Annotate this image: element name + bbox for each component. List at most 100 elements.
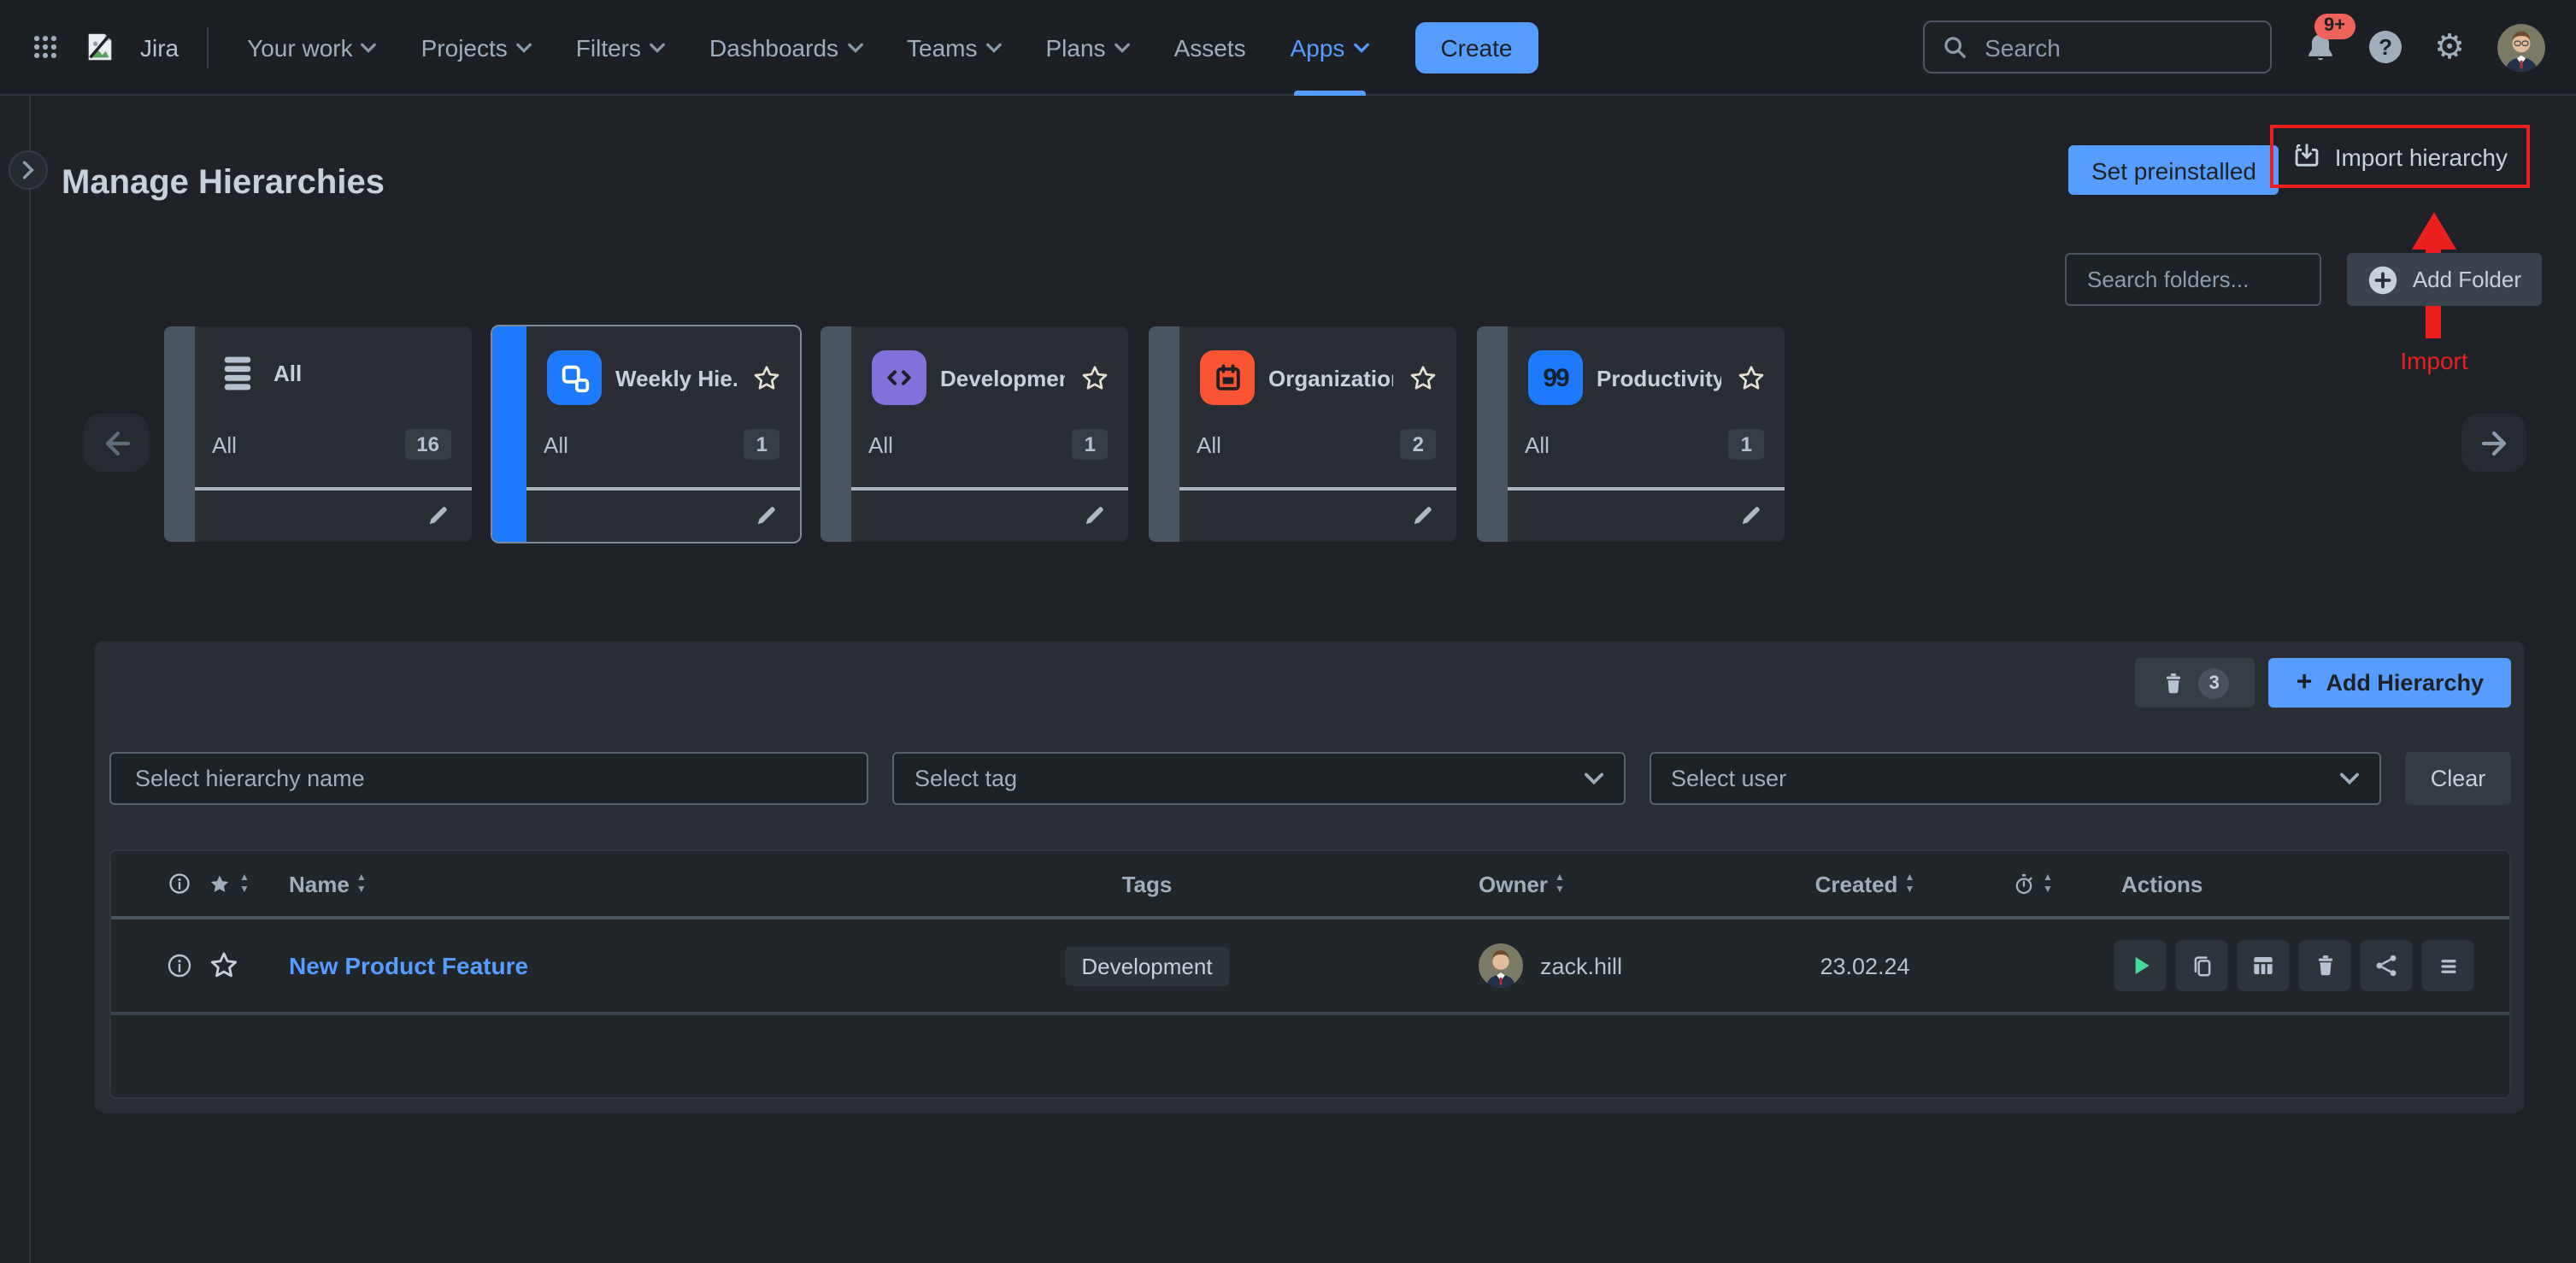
table-row: New Product Feature Development — [111, 919, 2509, 1015]
star-icon[interactable] — [1735, 361, 1767, 394]
delete-row-button[interactable] — [2299, 940, 2350, 991]
row-star-icon[interactable] — [207, 949, 241, 983]
column-created-sortable[interactable]: Created ▲▼ — [1745, 871, 1985, 896]
chevron-down-icon — [362, 42, 377, 52]
hierarchy-name-link[interactable]: New Product Feature — [289, 952, 528, 979]
edit-pencil-icon[interactable] — [1082, 502, 1108, 528]
folder-card-productivity[interactable]: 99 Productivity All 1 — [1477, 326, 1785, 542]
star-icon[interactable] — [750, 361, 783, 394]
folder-card-strip — [1149, 326, 1179, 542]
folder-card-all[interactable]: All All 16 — [164, 326, 472, 542]
create-button[interactable]: Create — [1414, 21, 1538, 73]
import-hierarchy-button[interactable]: Import hierarchy — [2292, 142, 2508, 171]
page-title: Manage Hierarchies — [62, 165, 385, 204]
settings-gear-icon[interactable]: ⚙ — [2434, 30, 2465, 64]
owner-avatar — [1479, 943, 1523, 988]
column-tags: Tags — [891, 871, 1403, 896]
table-icon — [2250, 952, 2277, 979]
chevron-down-icon — [516, 42, 532, 52]
column-owner-sortable[interactable]: Owner ▲▼ — [1403, 871, 1745, 896]
star-icon[interactable] — [1079, 361, 1111, 394]
trash-icon — [2161, 669, 2187, 696]
run-play-button[interactable] — [2114, 940, 2166, 991]
nav-item-your-work[interactable]: Your work — [247, 0, 377, 95]
code-icon — [872, 350, 926, 405]
folder-card-development[interactable]: Development All 1 — [820, 326, 1128, 542]
carousel-right-arrow[interactable] — [2461, 414, 2526, 472]
folder-scope: All — [1197, 432, 1221, 457]
user-select[interactable]: Select user — [1649, 752, 2381, 805]
folder-count-badge: 2 — [1401, 429, 1436, 460]
edit-pencil-icon[interactable] — [1738, 502, 1764, 528]
folder-card-strip — [164, 326, 195, 542]
nav-item-plans[interactable]: Plans — [1046, 0, 1130, 95]
star-icon — [207, 871, 232, 896]
clear-filters-button[interactable]: Clear — [2405, 752, 2511, 805]
folder-card-divider — [851, 487, 1128, 491]
nav-item-filters[interactable]: Filters — [576, 0, 665, 95]
share-button[interactable] — [2361, 940, 2412, 991]
help-icon[interactable]: ? — [2369, 31, 2402, 63]
folder-scope: All — [544, 432, 568, 457]
hierarchy-name-input[interactable] — [132, 764, 846, 793]
user-avatar[interactable] — [2497, 23, 2545, 71]
chevron-down-icon — [847, 42, 862, 52]
edit-pencil-icon[interactable] — [426, 502, 451, 528]
tag-select[interactable]: Select tag — [892, 752, 1625, 805]
row-info-icon[interactable] — [166, 952, 193, 979]
hierarchy-name-filter[interactable] — [109, 752, 868, 805]
set-preinstalled-button[interactable]: Set preinstalled — [2069, 145, 2279, 195]
folder-card-strip — [1477, 326, 1508, 542]
column-timer-sortable[interactable]: ▲▼ — [1985, 871, 2080, 896]
chevron-down-icon — [2340, 772, 2359, 784]
add-folder-button[interactable]: Add Folder — [2348, 253, 2542, 306]
chevron-down-icon — [650, 42, 665, 52]
folder-card-organization[interactable]: Organization All 2 — [1149, 326, 1456, 542]
star-icon[interactable] — [1407, 361, 1439, 394]
global-search[interactable] — [1923, 21, 2272, 73]
main-content: Manage Hierarchies Set preinstalled Impo… — [0, 96, 2576, 1263]
nav-item-dashboards[interactable]: Dashboards — [709, 0, 862, 95]
play-icon — [2126, 952, 2154, 979]
copy-button[interactable] — [2176, 940, 2227, 991]
folder-scope: All — [868, 432, 893, 457]
carousel-left-arrow[interactable] — [84, 414, 149, 472]
folder-name: Development — [940, 365, 1065, 391]
nav-item-teams[interactable]: Teams — [907, 0, 1001, 95]
broken-image-logo-icon — [84, 31, 116, 63]
column-name-sortable[interactable]: Name ▲▼ — [289, 871, 891, 896]
hierarchy-filters: Select tag Select user Clear — [109, 752, 2511, 805]
column-star-sortable[interactable]: ▲▼ — [207, 871, 289, 896]
created-date: 23.02.24 — [1820, 953, 1909, 978]
hierarchies-table: ▲▼ Name ▲▼ Tags Owner ▲▼ Created — [109, 849, 2511, 1099]
row-actions — [2080, 940, 2473, 991]
nav-item-apps[interactable]: Apps — [1291, 0, 1369, 95]
folder-count-badge: 1 — [1729, 429, 1764, 460]
folder-name: All — [273, 360, 455, 385]
folders-search[interactable] — [2065, 253, 2321, 306]
nav-item-projects[interactable]: Projects — [421, 0, 532, 95]
folder-card-strip-selected — [492, 326, 526, 542]
edit-pencil-icon[interactable] — [1410, 502, 1436, 528]
copy-icon — [2189, 952, 2214, 979]
folder-card-divider — [526, 487, 800, 491]
folder-scope: All — [212, 432, 237, 457]
app-switcher-grid-icon[interactable] — [31, 32, 60, 62]
nav-item-assets[interactable]: Assets — [1174, 0, 1246, 95]
folder-name: Weekly Hie... — [615, 365, 737, 391]
folder-card-weekly[interactable]: Weekly Hie... All 1 — [492, 326, 800, 542]
edit-pencil-icon[interactable] — [754, 502, 779, 528]
jira-app: Jira Your work Projects Filters Dashboar… — [0, 0, 2576, 1263]
bulk-delete-button[interactable]: 3 — [2136, 658, 2255, 708]
plus-circle-icon — [2368, 264, 2399, 295]
table-view-button[interactable] — [2238, 940, 2289, 991]
folder-name: Productivity — [1597, 365, 1721, 391]
add-hierarchy-button[interactable]: + Add Hierarchy — [2269, 658, 2511, 708]
folders-search-input[interactable] — [2084, 265, 2303, 294]
notifications-bell-icon[interactable]: 9+ — [2304, 30, 2337, 64]
stack-icon — [215, 350, 260, 395]
expand-sidebar-button[interactable] — [9, 150, 48, 190]
menu-button[interactable] — [2422, 940, 2473, 991]
global-search-input[interactable] — [1981, 32, 2253, 62]
chevron-down-icon — [1584, 772, 1603, 784]
